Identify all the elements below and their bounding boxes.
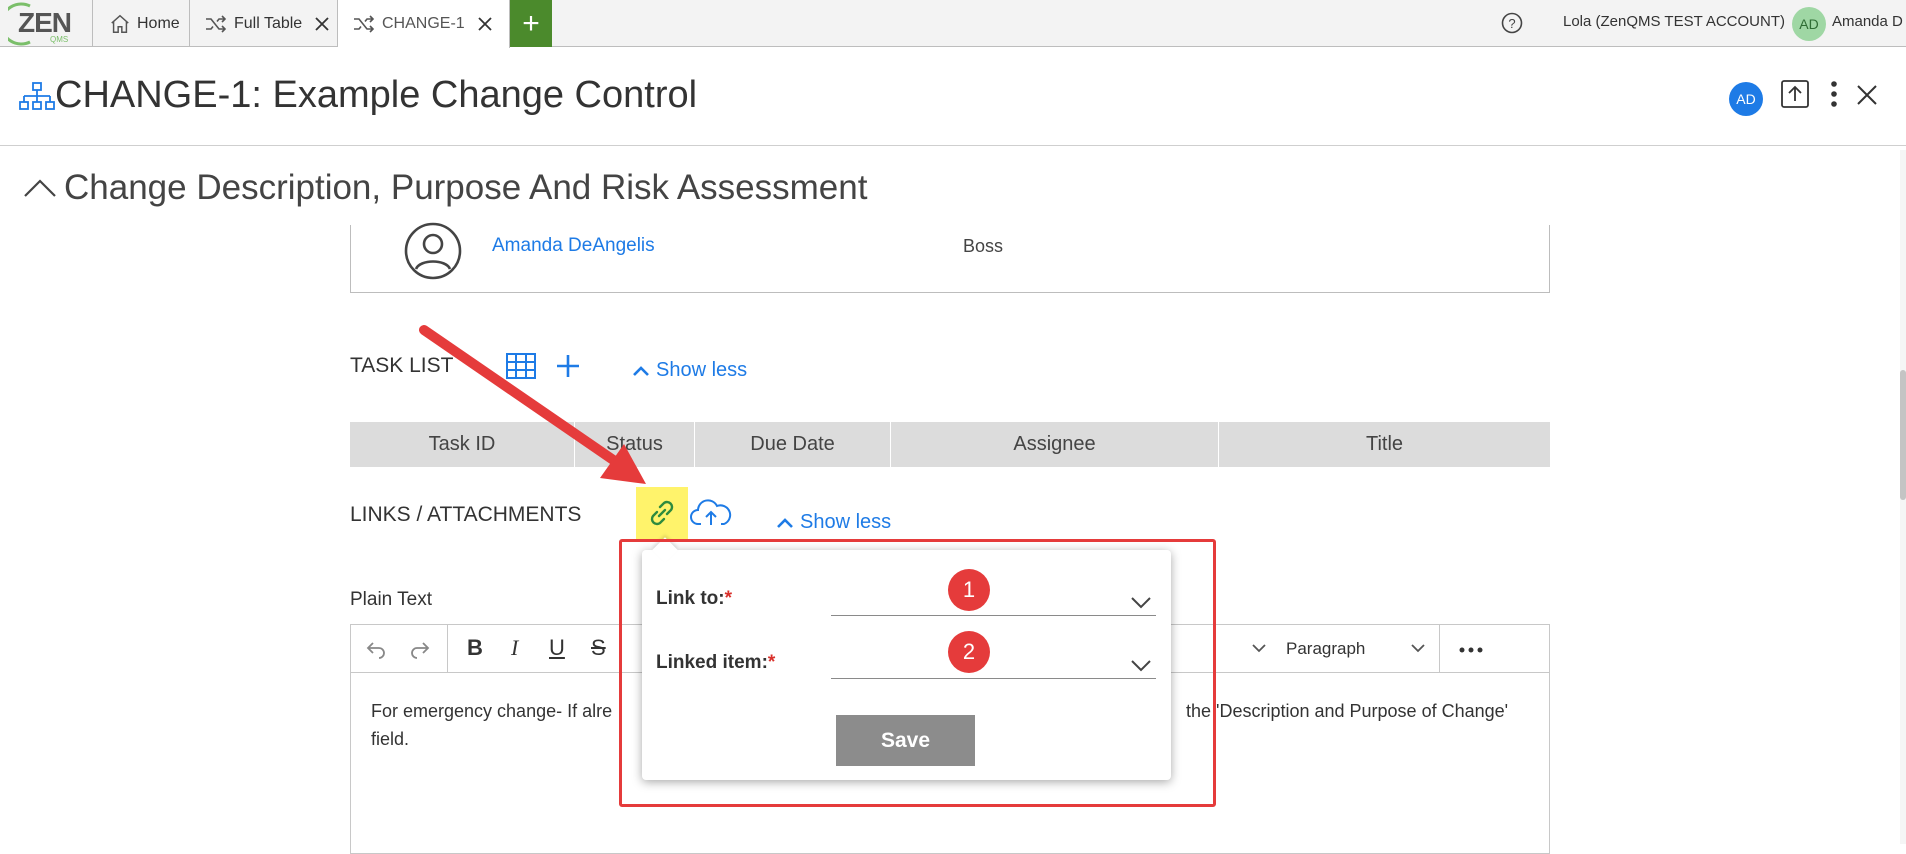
section-header[interactable]: Change Description, Purpose And Risk Ass… <box>22 168 867 208</box>
upload-cloud-icon[interactable] <box>690 498 732 528</box>
chevron-down-icon[interactable] <box>1251 643 1267 653</box>
content-text-left: For emergency change- If alre <box>371 701 613 721</box>
section-title: Change Description, Purpose And Risk Ass… <box>64 168 868 207</box>
shuffle-icon <box>206 14 227 33</box>
new-tab-button[interactable]: + <box>510 0 552 47</box>
tab-home[interactable]: Home <box>92 0 190 47</box>
step-badge-2: 2 <box>948 631 990 673</box>
help-icon[interactable]: ? <box>1500 11 1524 35</box>
column-header[interactable]: Status <box>575 422 695 467</box>
strikethrough-button[interactable]: S <box>591 635 606 661</box>
more-tools-icon[interactable] <box>1459 647 1483 653</box>
chevron-up-icon <box>777 517 793 528</box>
undo-icon[interactable] <box>365 639 387 659</box>
step-badge-1: 1 <box>948 569 990 611</box>
column-header[interactable]: Title <box>1219 422 1550 467</box>
toolbar-divider <box>447 625 448 673</box>
person-row: Amanda DeAngelis Boss <box>350 222 1550 293</box>
close-icon[interactable] <box>314 16 330 32</box>
chevron-up-icon <box>633 365 649 376</box>
tab-label: CHANGE-1 <box>382 15 465 32</box>
page-scrollbar[interactable] <box>1900 150 1906 844</box>
column-header[interactable]: Due Date <box>695 422 891 467</box>
svg-text:?: ? <box>1508 16 1515 31</box>
tab-label: Home <box>137 14 180 32</box>
bold-button[interactable]: B <box>467 635 483 661</box>
block-format-select[interactable]: Paragraph <box>1286 639 1365 659</box>
add-link-button[interactable] <box>636 487 688 539</box>
links-attachments-label: LINKS / ATTACHMENTS <box>350 503 582 526</box>
tab-label: Full Table <box>234 14 303 32</box>
zenqms-logo[interactable]: ZEN QMS <box>0 2 78 46</box>
plus-icon: + <box>522 6 540 40</box>
close-icon[interactable] <box>1856 84 1878 106</box>
shuffle-icon <box>354 15 375 33</box>
show-less-label: Show less <box>656 359 748 381</box>
link-icon <box>650 500 674 526</box>
account-name[interactable]: Lola (ZenQMS TEST ACCOUNT) <box>1563 13 1785 30</box>
more-options-icon[interactable] <box>1828 79 1840 109</box>
toolbar-divider <box>1439 625 1440 673</box>
export-icon[interactable] <box>1780 79 1810 109</box>
underline-button[interactable]: U <box>549 635 565 661</box>
highlight-frame <box>619 539 1216 807</box>
page-title: CHANGE-1: Example Change Control <box>55 74 698 116</box>
top-tab-bar: ZEN QMS Home Full Table CHANGE-1 + ? Lol… <box>0 0 1906 48</box>
chevron-down-icon[interactable] <box>1410 643 1426 653</box>
task-table-header: Task ID Status Due Date Assignee Title <box>350 422 1550 467</box>
content-text-right: the 'Description and Purpose of Change' <box>1186 701 1509 721</box>
scrollbar-thumb[interactable] <box>1900 370 1906 500</box>
user-icon <box>404 222 462 280</box>
person-role: Boss <box>963 236 1004 256</box>
plain-text-label: Plain Text <box>350 589 433 610</box>
user-name[interactable]: Amanda D <box>1832 13 1903 30</box>
column-header[interactable]: Assignee <box>891 422 1219 467</box>
tab-full-table[interactable]: Full Table <box>190 0 338 47</box>
chevron-up-icon <box>24 179 56 197</box>
home-icon <box>111 14 129 33</box>
column-header[interactable]: Task ID <box>350 422 575 467</box>
person-name-link[interactable]: Amanda DeAngelis <box>492 235 655 257</box>
task-list-label: TASK LIST <box>350 354 454 377</box>
add-task-icon[interactable] <box>555 353 581 379</box>
task-list-show-less[interactable]: Show less <box>632 359 747 382</box>
logo-subtext: QMS <box>50 35 69 44</box>
redo-icon[interactable] <box>409 639 431 659</box>
user-avatar[interactable]: AD <box>1792 7 1826 41</box>
italic-button[interactable]: I <box>511 635 518 661</box>
close-icon[interactable] <box>477 16 493 32</box>
show-less-label: Show less <box>800 511 892 533</box>
workflow-icon <box>19 82 55 110</box>
links-show-less[interactable]: Show less <box>776 511 891 534</box>
table-view-icon[interactable] <box>505 352 537 380</box>
tab-change-1[interactable]: CHANGE-1 <box>338 0 510 48</box>
page-header: CHANGE-1: Example Change Control AD <box>0 48 1906 146</box>
assignee-avatar[interactable]: AD <box>1729 82 1763 116</box>
